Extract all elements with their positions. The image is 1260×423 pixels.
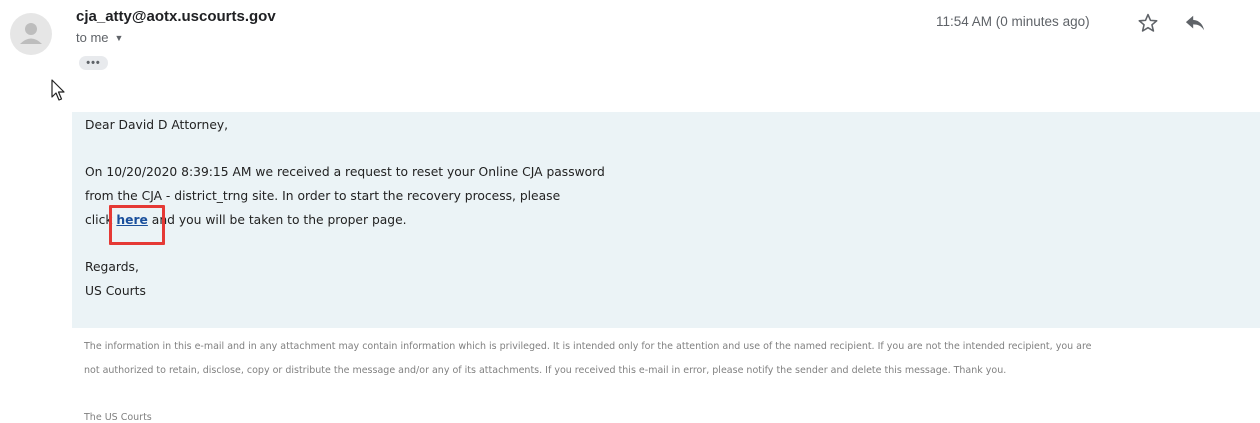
body-line-2: from the CJA - district_trng site. In or…: [85, 189, 561, 203]
body-line-1: On 10/20/2020 8:39:15 AM we received a r…: [85, 165, 605, 179]
signature-text: US Courts: [85, 284, 146, 298]
disclaimer-line-1: The information in this e-mail and in an…: [84, 341, 1092, 352]
closing-text: Regards,: [85, 260, 139, 274]
star-icon[interactable]: [1137, 12, 1159, 34]
body-line-3-end: and you will be taken to the proper page…: [147, 213, 407, 227]
person-icon: [20, 23, 42, 44]
message-body: Dear David D Attorney, On 10/20/2020 8:3…: [72, 112, 1260, 328]
sender-avatar[interactable]: [10, 13, 52, 55]
reply-icon[interactable]: [1184, 13, 1206, 33]
disclaimer-sign-off: The US Courts: [84, 412, 152, 423]
sender-address[interactable]: cja_atty@aotx.uscourts.gov: [76, 8, 276, 25]
greeting-text: Dear David D Attorney,: [85, 118, 229, 132]
recipient-label: to me: [76, 30, 109, 45]
show-trimmed-content-button[interactable]: •••: [79, 56, 108, 70]
message-timestamp: 11:54 AM (0 minutes ago): [936, 14, 1090, 29]
link-highlight-box: [109, 205, 165, 245]
ellipsis-icon: •••: [86, 57, 101, 69]
disclaimer-line-2: not authorized to retain, disclose, copy…: [84, 365, 1007, 376]
mouse-pointer-icon: [51, 79, 65, 101]
chevron-down-icon: ▼: [114, 32, 124, 43]
recipient-details-toggle[interactable]: to me ▼: [76, 30, 123, 45]
